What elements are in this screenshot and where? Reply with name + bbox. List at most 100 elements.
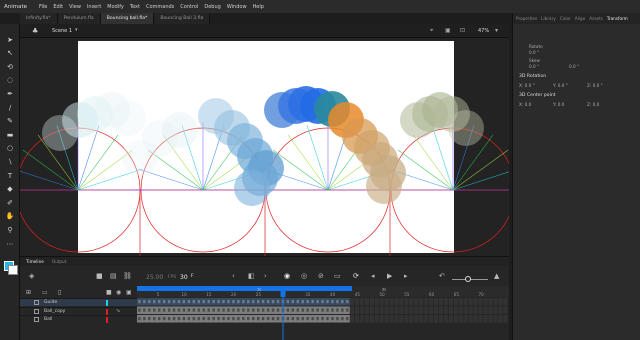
step-back-icon[interactable]: ◂ — [371, 272, 375, 280]
timeline-tab-timeline[interactable]: Timeline — [26, 259, 44, 264]
skew-value-vertical[interactable]: 0.0 ° — [569, 64, 579, 69]
play-icon[interactable]: ▶ — [387, 272, 392, 280]
panel-tab-color[interactable]: Color — [560, 16, 571, 21]
layer-color-swatch[interactable] — [106, 317, 108, 323]
timeline-tab-output[interactable]: Output — [52, 259, 67, 264]
fill-swatch-icon[interactable] — [8, 265, 18, 275]
layers-icon[interactable]: ◈ — [29, 272, 34, 280]
step-forward-icon[interactable]: ▸ — [404, 272, 408, 280]
width-icon[interactable]: ⋯ — [4, 238, 16, 249]
loop-icon[interactable]: ⟳ — [353, 272, 359, 280]
menu-item-commands[interactable]: Commands — [146, 4, 174, 10]
trash-icon[interactable]: ▯ — [58, 289, 61, 296]
selection-tool-icon[interactable]: ➤ — [4, 34, 16, 45]
menu-item-edit[interactable]: Edit — [53, 4, 63, 10]
paint-bucket-icon[interactable]: ◆ — [4, 184, 16, 195]
panel-tab-transform[interactable]: Transform — [607, 16, 628, 21]
menu-item-file[interactable]: File — [39, 4, 47, 10]
layer-name[interactable]: Ball — [44, 317, 52, 322]
onion-outline-icon[interactable]: ◎ — [301, 272, 307, 280]
edit-multiple-icon[interactable]: ⊘ — [318, 272, 324, 280]
document-tab[interactable]: Pendulum.fla — [57, 13, 101, 24]
menu-item-text[interactable]: Text — [130, 4, 140, 10]
pen-icon[interactable]: ✒ — [4, 88, 16, 99]
eraser-icon[interactable]: ▬ — [4, 129, 16, 140]
lasso-icon[interactable]: ◌ — [4, 75, 16, 86]
stage-canvas[interactable] — [20, 38, 509, 256]
undo-icon[interactable]: ↶ — [439, 272, 445, 280]
previous-keyframe-icon[interactable]: ‹ — [232, 272, 235, 280]
subselection-tool-icon[interactable]: ↖ — [4, 48, 16, 59]
mountain-icon[interactable]: ▲ — [494, 272, 499, 280]
panel-tab-assets[interactable]: Assets — [589, 16, 603, 21]
hand-icon[interactable]: ✋ — [4, 211, 16, 222]
chevron-down-icon[interactable]: ▾ — [495, 27, 498, 34]
layer-name[interactable]: Ball_copy — [44, 309, 65, 314]
folder-icon[interactable]: ▭ — [42, 289, 48, 296]
menu-item-debug[interactable]: Debug — [204, 4, 220, 10]
attach-icon[interactable]: ⛓ — [123, 272, 132, 280]
zoom-slider-thumb[interactable] — [465, 276, 471, 282]
highlight-icon[interactable]: ■ — [106, 289, 112, 296]
new-layer-icon[interactable]: ⊞ — [26, 289, 31, 296]
stage-area[interactable] — [20, 38, 509, 256]
panel-tab-align[interactable]: Align — [575, 16, 586, 21]
scene-icon[interactable]: ♣ — [32, 27, 38, 35]
brush-icon[interactable]: ∕ — [4, 102, 16, 113]
frames-area[interactable]: 5101520253035404550556065701s2s — [137, 286, 509, 340]
keyframe-marker — [172, 300, 176, 304]
lock-icon[interactable]: ▣ — [126, 289, 132, 296]
camera-icon[interactable]: ■ — [96, 272, 103, 280]
skew-value-horizontal[interactable]: 0.0 ° — [529, 64, 539, 69]
document-tab[interactable]: Bouncing ball.fla* — [100, 13, 155, 24]
eyedropper-icon[interactable]: ✐ — [4, 197, 16, 208]
rotate-value[interactable]: 0.0 ° — [529, 50, 539, 55]
scene-label[interactable]: Scene 1 — [52, 28, 72, 34]
line-icon[interactable]: ∖ — [4, 156, 16, 167]
layer-row[interactable]: Guide — [20, 298, 137, 306]
panel-tab-library[interactable]: Library — [541, 16, 556, 21]
menu-item-control[interactable]: Control — [180, 4, 198, 10]
document-tab[interactable]: Infinity.fla* — [20, 13, 58, 24]
center-z[interactable]: Z: 0.0 — [587, 102, 599, 107]
document-tab[interactable]: Bouncing Ball 3.fla — [154, 13, 211, 24]
zoom-icon[interactable]: ⚲ — [4, 224, 16, 235]
next-keyframe-icon[interactable]: › — [264, 272, 267, 280]
menu-item-help[interactable]: Help — [253, 4, 264, 10]
empty-frame — [443, 306, 449, 314]
clip-icon[interactable]: ▣ — [445, 27, 451, 34]
panel-tab-properties[interactable]: Properties — [516, 16, 537, 21]
layer-name[interactable]: Guide — [44, 300, 57, 305]
menu-item-window[interactable]: Window — [227, 4, 247, 10]
rotation-y[interactable]: Y: 0.0 ° — [553, 83, 568, 88]
layer-row[interactable]: Ball — [20, 315, 137, 323]
fit-icon[interactable]: ⊡ — [460, 27, 465, 34]
layer-color-swatch[interactable] — [106, 300, 108, 306]
layer-color-swatch[interactable] — [106, 308, 108, 315]
layer-depth-icon[interactable]: ▤ — [110, 272, 117, 280]
text-tool-icon[interactable]: T — [4, 170, 16, 181]
free-transform-icon[interactable]: ⟲ — [4, 61, 16, 72]
rotation-z[interactable]: Z: 0.0 ° — [587, 83, 603, 88]
empty-frame — [483, 306, 488, 314]
shape-icon[interactable]: ○ — [4, 143, 16, 154]
menu-item-view[interactable]: View — [69, 4, 81, 10]
rotation-x[interactable]: X: 0.0 ° — [519, 83, 535, 88]
zoom-value[interactable]: 47% — [478, 28, 489, 34]
insert-keyframe-icon[interactable]: ◧ — [248, 272, 255, 280]
current-frame[interactable]: 30 — [180, 274, 188, 281]
center-x[interactable]: X: 0.0 — [519, 102, 531, 107]
fps-value[interactable]: 25.00 — [146, 274, 163, 281]
keyframe-marker — [276, 317, 280, 321]
snap-icon[interactable]: ⌖ — [430, 27, 433, 35]
center-y[interactable]: Y: 0.0 — [553, 102, 564, 107]
layer-row[interactable]: Ball_copy ⇘ — [20, 306, 137, 315]
chevron-down-icon[interactable]: ▾ — [75, 27, 78, 33]
paint-brush-icon[interactable]: ✎ — [4, 116, 16, 127]
frame-icon[interactable]: ▭ — [334, 272, 341, 280]
menu-item-insert[interactable]: Insert — [87, 4, 101, 10]
onion-skin-icon[interactable]: ◉ — [284, 272, 290, 280]
menu-item-modify[interactable]: Modify — [107, 4, 124, 10]
frames-grid[interactable]: 5101520253035404550556065701s2s — [137, 286, 509, 340]
eye-icon[interactable]: ◉ — [116, 289, 121, 296]
